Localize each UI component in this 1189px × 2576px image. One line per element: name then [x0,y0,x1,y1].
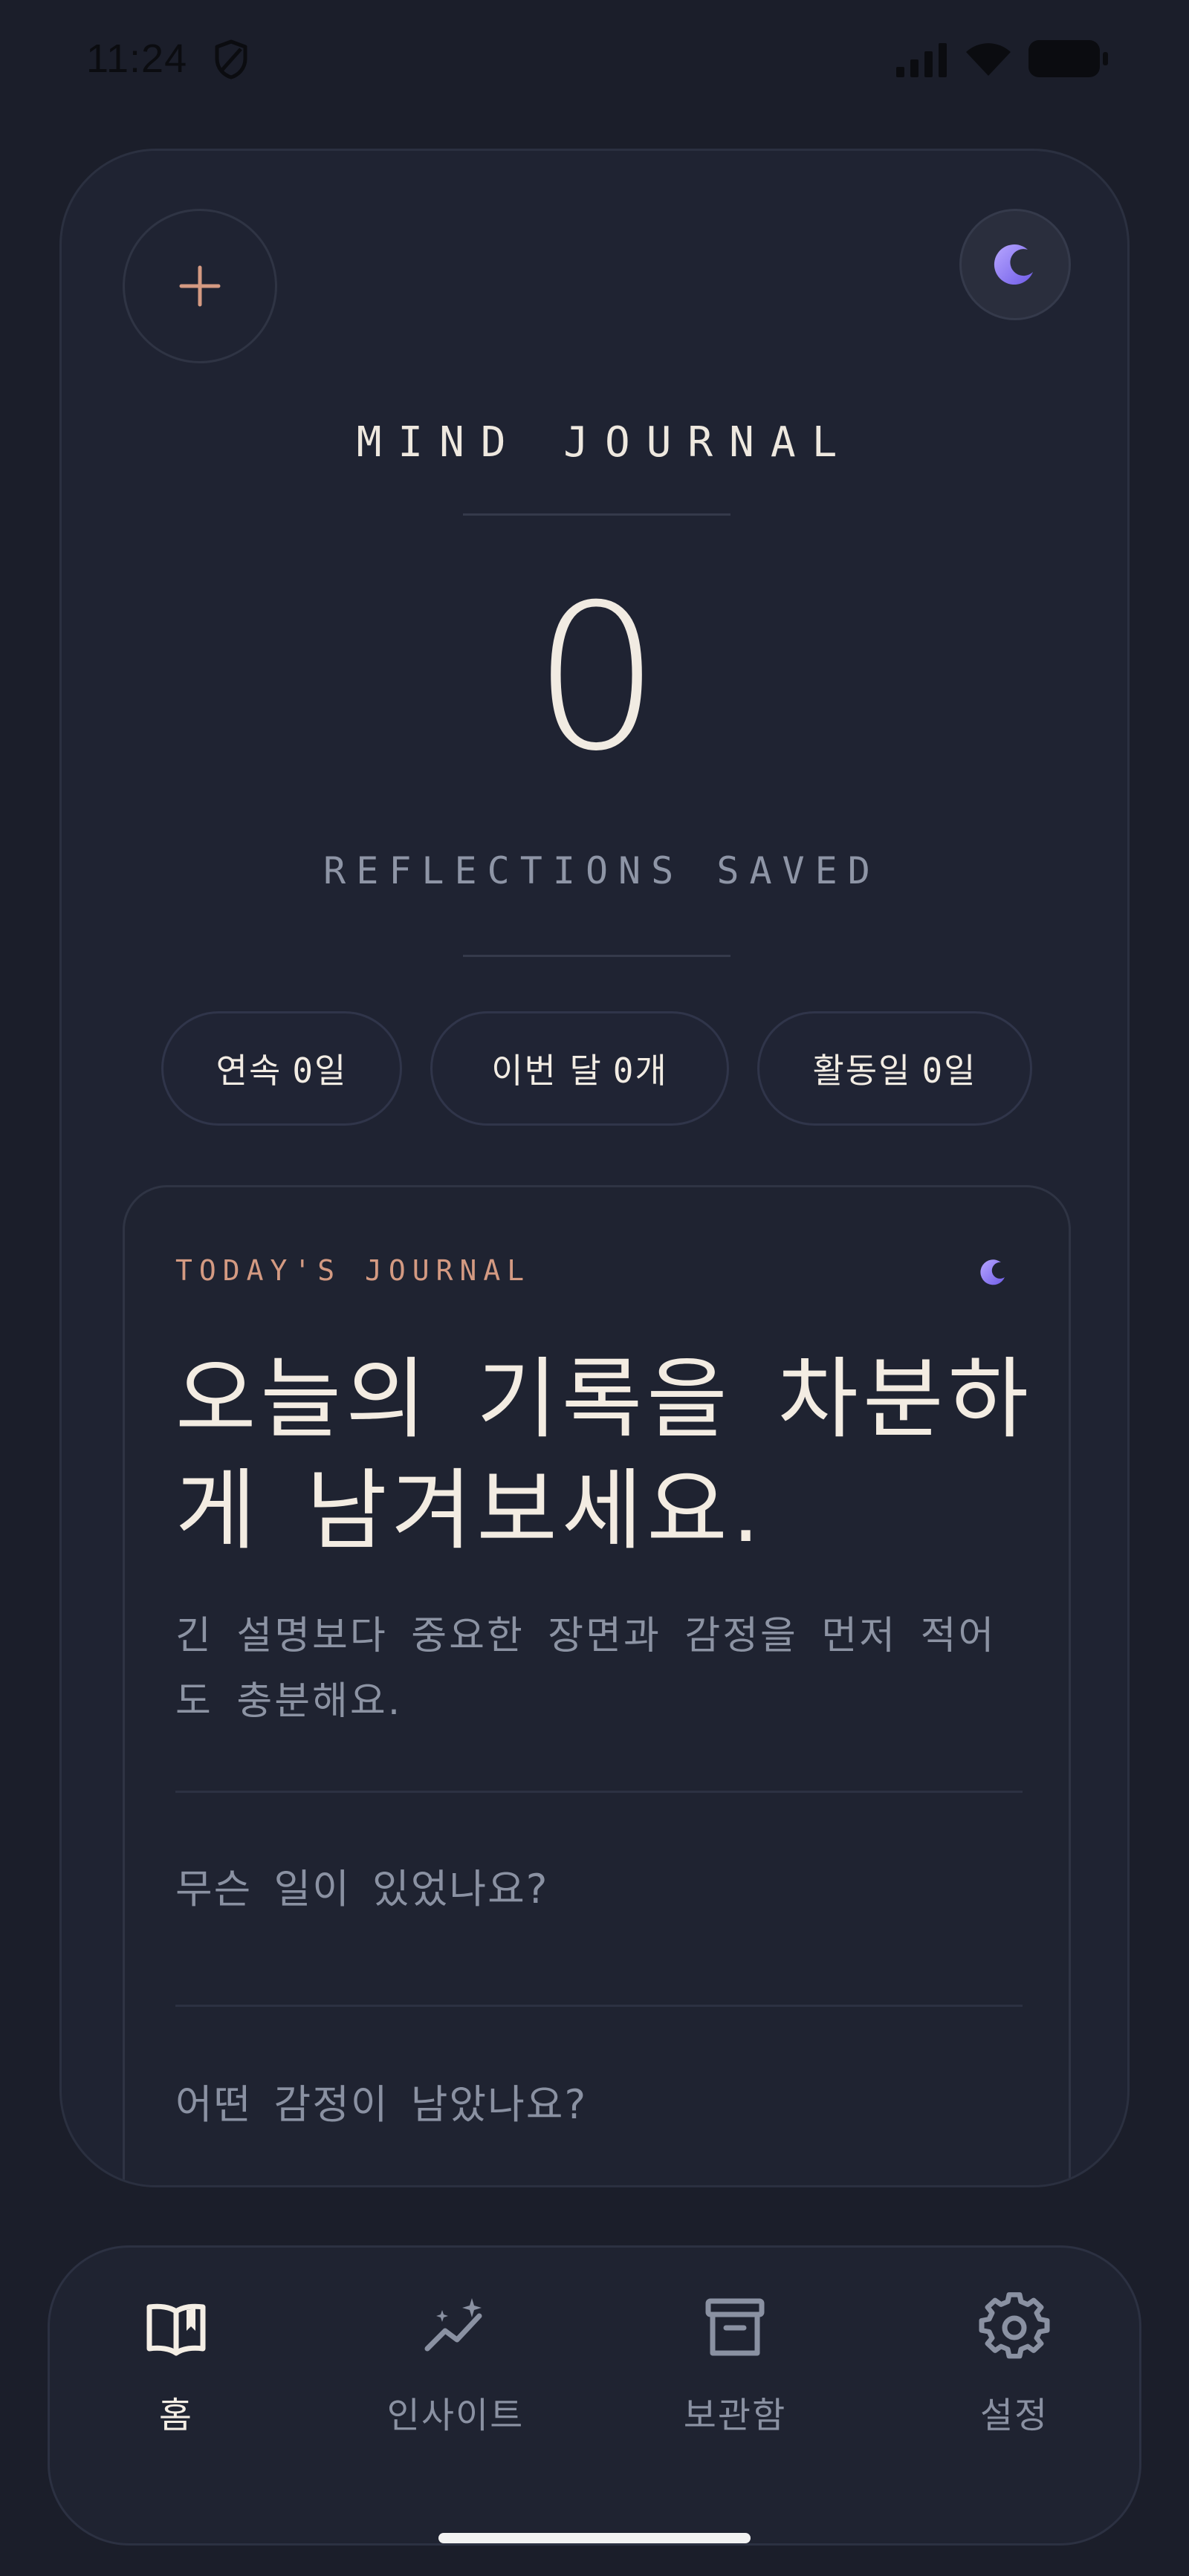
stat-streak: 연속 0일 [161,1011,402,1126]
stat-active-days: 활동일 0일 [757,1011,1032,1126]
journal-kicker: TODAY'S JOURNAL [175,1254,531,1287]
status-time: 11:24 [86,36,188,81]
nav-label-home: 홈 [158,2395,194,2436]
bottom-nav: 홈 인사이트 보관함 설정 [48,2245,1141,2546]
stat-active-days-label: 활동일 [812,1051,912,1091]
stat-streak-value: 0일 [292,1051,348,1091]
archive-box-icon [705,2298,765,2356]
nav-item-insights[interactable]: 인사이트 [344,2292,567,2456]
add-entry-button[interactable] [123,209,277,363]
status-bar: 11:24 [0,0,1189,126]
sparkle-chart-icon [424,2298,482,2352]
journal-headline: 오늘의 기록을 차분하 게 남겨보세요. [175,1343,1037,1566]
stat-this-month: 이번 달 0개 [430,1011,729,1126]
theme-toggle-button[interactable] [959,209,1071,320]
gear-icon [979,2292,1050,2359]
stat-this-month-value: 0개 [612,1051,668,1091]
count-divider [463,955,730,957]
plus-icon [179,265,221,307]
emotion-input[interactable]: 어떤 감정이 남았나요? [175,2071,1023,2130]
nav-item-archive[interactable]: 보관함 [623,2292,846,2456]
battery-icon [1028,40,1108,77]
journal-description-line1: 긴 설명보다 중요한 장면과 감정을 먼저 적어 [175,1614,997,1658]
stat-this-month-label: 이번 달 [491,1051,603,1091]
home-indicator [438,2533,751,2543]
signal-icon [896,43,947,77]
reflection-count-label: REFLECTIONS SAVED [323,849,881,892]
nav-label-archive: 보관함 [683,2395,787,2436]
journal-description: 긴 설명보다 중요한 장면과 감정을 먼저 적어 도 충분해요. [175,1603,1037,1734]
shield-icon [215,39,247,80]
crescent-icon [980,1259,1005,1285]
reflection-count: 0 [533,561,661,795]
journal-description-line2: 도 충분해요. [175,1679,403,1724]
journal-headline-line2: 게 남겨보세요. [175,1459,765,1562]
journal-headline-line1: 오늘의 기록을 차분하 [175,1348,1034,1450]
journal-divider [175,1791,1023,1793]
nav-label-insights: 인사이트 [386,2395,525,2436]
app-title: MIND JOURNAL [356,418,854,467]
title-divider [463,513,730,516]
journal-divider [175,2005,1023,2007]
todays-journal-card: TODAY'S JOURNAL 오늘의 기록을 차분하 게 남겨보세요. 긴 설… [123,1185,1071,2185]
nav-item-home[interactable]: 홈 [65,2292,288,2456]
nav-label-settings: 설정 [979,2395,1049,2436]
book-open-icon [146,2303,206,2356]
what-happened-input[interactable]: 무슨 일이 있었나요? [175,1856,1023,1915]
stat-streak-label: 연속 [216,1051,282,1091]
nav-item-settings[interactable]: 설정 [903,2292,1126,2456]
crescent-icon [994,244,1033,285]
stat-active-days-value: 0일 [921,1051,977,1091]
main-card: MIND JOURNAL 0 REFLECTIONS SAVED 연속 0일 이… [59,149,1130,2187]
wifi-icon [966,43,1011,76]
